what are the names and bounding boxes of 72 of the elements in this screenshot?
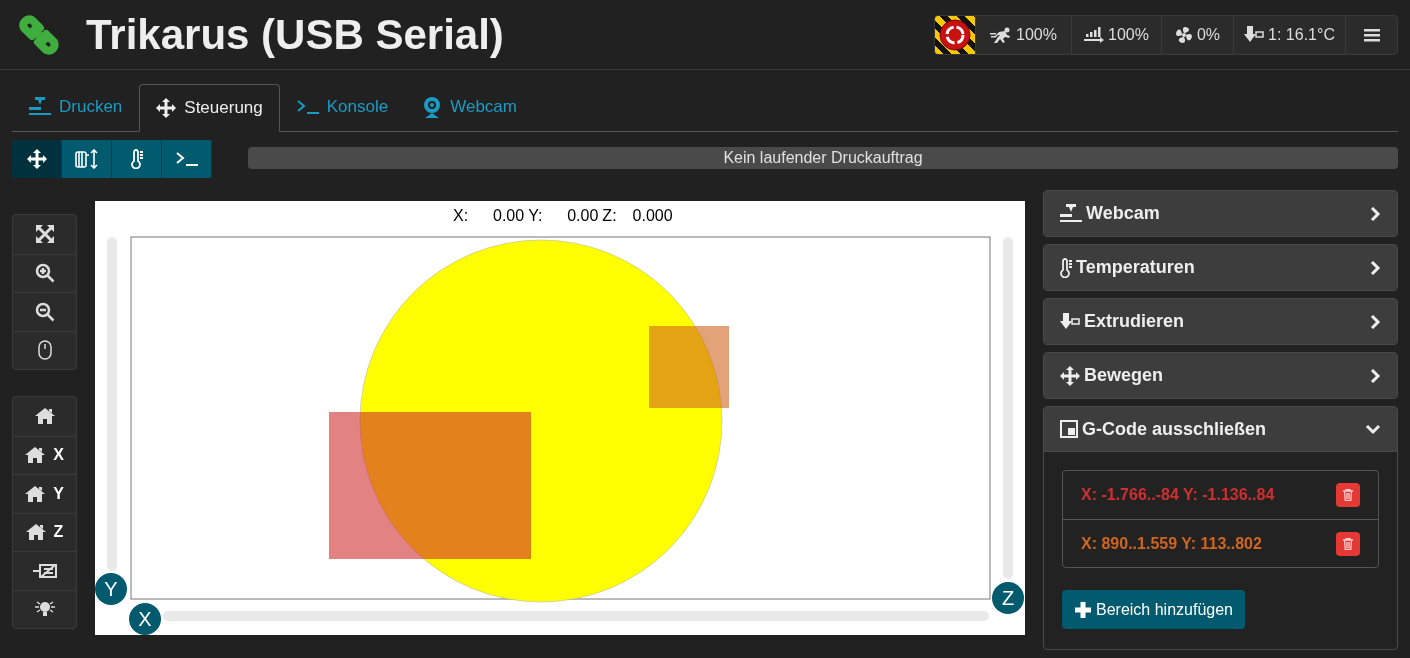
move-icon bbox=[1060, 365, 1080, 386]
status-button[interactable]: 100% bbox=[975, 15, 1071, 54]
bed-view-canvas[interactable]: X: 0.00 Y: 0.00 Z: 0.000 Y X Z bbox=[95, 201, 1025, 635]
chevron-right-icon bbox=[1369, 206, 1381, 221]
printer-icon bbox=[29, 97, 51, 117]
tab[interactable]: Konsole bbox=[279, 83, 406, 131]
chevron-right-icon bbox=[1369, 314, 1381, 329]
home-icon bbox=[25, 447, 46, 464]
zoom-in-icon bbox=[34, 263, 55, 284]
panel-header[interactable]: Extrudieren bbox=[1044, 299, 1397, 344]
emergency-stop-button[interactable] bbox=[935, 15, 975, 54]
move-icon bbox=[156, 98, 177, 118]
excluded-region-label: X: -1.766..-84 Y: -1.136..84 bbox=[1081, 485, 1275, 505]
home-button[interactable]: Z bbox=[13, 512, 76, 551]
coordinate-label: Z: bbox=[602, 206, 617, 226]
tab[interactable]: Webcam bbox=[405, 83, 534, 131]
console-icon bbox=[296, 100, 319, 114]
delete-button[interactable] bbox=[1336, 531, 1360, 556]
coordinate-value: 0.00 bbox=[566, 206, 599, 226]
app-title: Trikarus (USB Serial) bbox=[86, 13, 504, 56]
tool-button[interactable] bbox=[12, 140, 62, 178]
status-button[interactable]: 1: 16.1°C bbox=[1233, 15, 1345, 54]
home-icon bbox=[25, 485, 46, 502]
home-icon bbox=[34, 408, 55, 425]
motor-off-icon bbox=[32, 562, 57, 579]
chevron-down-icon bbox=[1365, 423, 1381, 435]
stop-icon bbox=[939, 18, 971, 51]
axis-handle[interactable]: Z bbox=[992, 582, 1024, 614]
coordinate-label: X: bbox=[453, 206, 469, 226]
coordinate-label: Y: bbox=[528, 206, 543, 226]
filament-icon bbox=[73, 149, 100, 169]
tab[interactable]: Steuerung bbox=[139, 84, 280, 132]
coordinate-value: 0.000 bbox=[631, 206, 673, 226]
printer-icon bbox=[1060, 203, 1082, 224]
panel-header[interactable]: Temperaturen bbox=[1044, 245, 1397, 290]
menu-icon bbox=[1363, 27, 1380, 42]
thermometer-icon bbox=[1060, 257, 1072, 278]
running-icon bbox=[990, 26, 1013, 43]
flow-icon bbox=[1084, 26, 1105, 43]
add-area-button[interactable]: Bereich hinzufügen bbox=[1062, 590, 1245, 629]
home-icon bbox=[25, 524, 46, 541]
extruder-icon bbox=[1060, 312, 1080, 331]
extruder-icon bbox=[1244, 25, 1265, 44]
trash-icon bbox=[1343, 489, 1353, 501]
status-button[interactable]: 100% bbox=[1071, 15, 1161, 54]
console-icon bbox=[175, 152, 198, 166]
axis-handle[interactable]: Y bbox=[95, 573, 127, 605]
excluded-region-label: X: 890..1.559 Y: 113..802 bbox=[1081, 533, 1262, 554]
fan-icon bbox=[1174, 25, 1193, 44]
panel-header[interactable]: Bewegen bbox=[1044, 353, 1397, 398]
home-button[interactable]: Y bbox=[13, 474, 76, 513]
axis-handle[interactable]: X bbox=[129, 603, 161, 635]
zoom-out-icon bbox=[34, 301, 55, 322]
status-button[interactable]: 0% bbox=[1161, 15, 1233, 54]
chevron-right-icon bbox=[1369, 368, 1381, 383]
mouse-icon bbox=[37, 340, 52, 361]
panel-header[interactable]: G-Code ausschließen bbox=[1044, 407, 1397, 452]
chevron-right-icon bbox=[1369, 260, 1381, 275]
exclude-area-icon bbox=[1060, 420, 1078, 438]
panel-header[interactable]: Webcam bbox=[1044, 191, 1397, 236]
home-button[interactable]: X bbox=[13, 435, 76, 474]
fullscreen-icon bbox=[35, 225, 54, 244]
progress-text: Kein laufender Druckauftrag bbox=[722, 148, 924, 168]
tab[interactable]: Drucken bbox=[12, 83, 140, 131]
delete-button[interactable] bbox=[1336, 483, 1360, 507]
webcam-icon bbox=[422, 96, 443, 118]
coordinate-value: 0.00 bbox=[492, 206, 525, 226]
move-icon bbox=[26, 149, 47, 169]
plus-icon bbox=[1074, 600, 1092, 619]
trash-icon bbox=[1343, 537, 1353, 550]
light-bulb-icon bbox=[32, 600, 57, 619]
thermometer-icon bbox=[130, 149, 143, 169]
